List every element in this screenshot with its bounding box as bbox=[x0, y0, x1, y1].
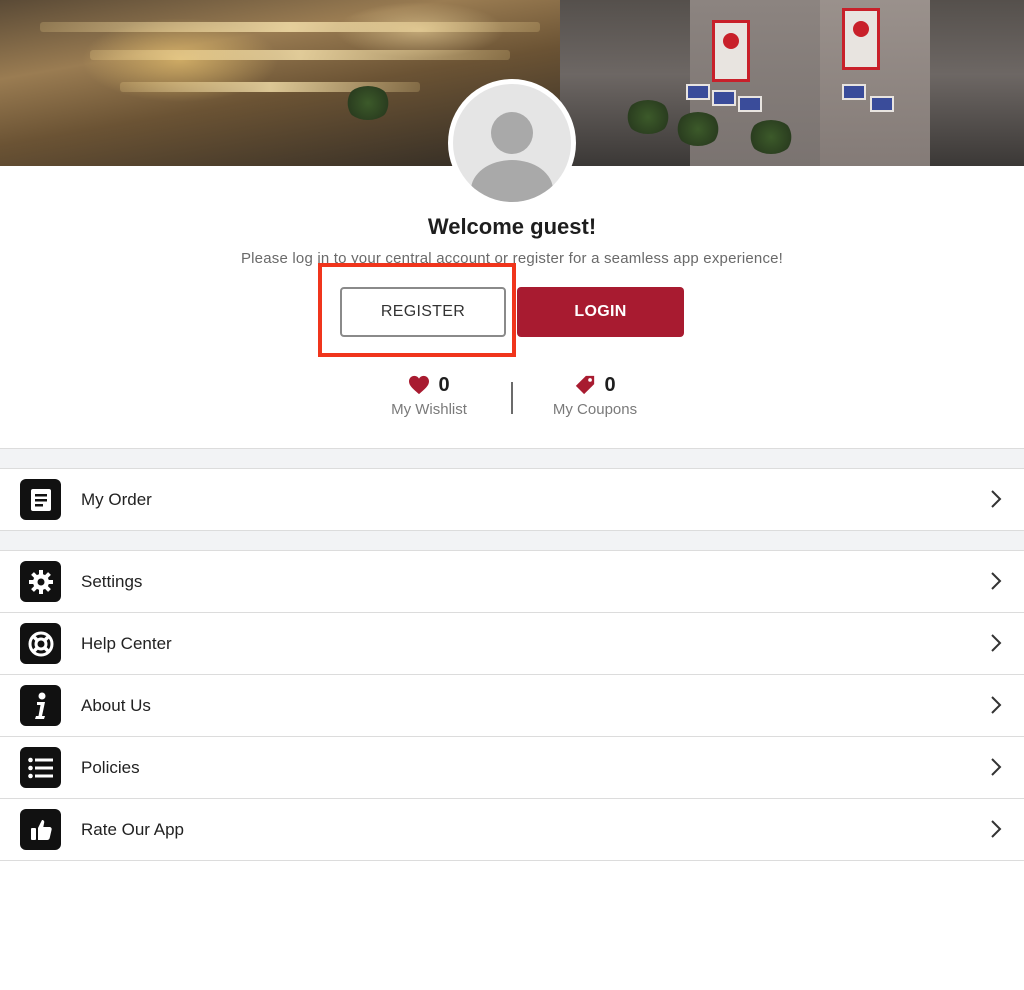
chevron-right-icon bbox=[991, 490, 1002, 508]
palm-tree bbox=[748, 120, 794, 154]
lifebuoy-icon bbox=[20, 623, 61, 664]
menu-item-label: My Order bbox=[81, 489, 152, 509]
central-sign bbox=[842, 8, 880, 70]
central-sign bbox=[712, 20, 750, 82]
chevron-right-icon bbox=[991, 634, 1002, 652]
billboard bbox=[738, 96, 762, 112]
avatar[interactable] bbox=[448, 79, 576, 207]
menu-item-about-us[interactable]: About Us bbox=[0, 675, 1024, 737]
chevron-right-icon bbox=[991, 758, 1002, 776]
section-separator bbox=[0, 448, 1024, 469]
palm-tree bbox=[675, 112, 721, 146]
billboard bbox=[686, 84, 710, 100]
list-icon bbox=[20, 747, 61, 788]
wishlist-count: 0 bbox=[438, 373, 450, 396]
chevron-right-icon bbox=[991, 696, 1002, 714]
menu-item-label: Policies bbox=[81, 757, 140, 777]
wishlist-stat[interactable]: 0 My Wishlist bbox=[376, 372, 482, 419]
billboard bbox=[870, 96, 894, 112]
menu-item-label: Rate Our App bbox=[81, 819, 185, 839]
tag-icon bbox=[576, 375, 595, 395]
section-separator bbox=[0, 530, 1024, 551]
heart-icon bbox=[409, 375, 430, 395]
user-placeholder-icon bbox=[453, 84, 571, 202]
welcome-title: Welcome guest! bbox=[427, 214, 597, 239]
mall-light-band bbox=[90, 50, 510, 60]
menu-item-rate-our-app[interactable]: Rate Our App bbox=[0, 799, 1024, 861]
billboard bbox=[842, 84, 866, 100]
chevron-right-icon bbox=[991, 820, 1002, 838]
document-icon bbox=[20, 479, 61, 520]
palm-tree bbox=[625, 100, 671, 134]
billboard bbox=[712, 90, 736, 106]
login-button[interactable]: LOGIN bbox=[517, 287, 684, 337]
thumbs-up-icon bbox=[20, 809, 61, 850]
palm-tree bbox=[345, 86, 391, 120]
menu-item-label: Help Center bbox=[81, 633, 172, 653]
coupons-count: 0 bbox=[604, 373, 616, 396]
menu-item-policies[interactable]: Policies bbox=[0, 737, 1024, 799]
welcome-subtitle: Please log in to your central account or… bbox=[240, 250, 784, 267]
menu-item-settings[interactable]: Settings bbox=[0, 551, 1024, 613]
stats-divider bbox=[511, 382, 513, 414]
register-button[interactable]: REGISTER bbox=[340, 287, 506, 337]
user-stats: 0 My Wishlist 0 My Coupons bbox=[0, 372, 1024, 422]
info-icon bbox=[20, 685, 61, 726]
wishlist-label: My Wishlist bbox=[391, 401, 467, 418]
menu-item-label: Settings bbox=[81, 571, 143, 591]
menu-item-help-center[interactable]: Help Center bbox=[0, 613, 1024, 675]
menu-item-label: About Us bbox=[81, 695, 151, 715]
coupons-label: My Coupons bbox=[552, 401, 638, 418]
menu-item-my-order[interactable]: My Order bbox=[0, 469, 1024, 531]
mall-light-band bbox=[40, 22, 540, 32]
gear-icon bbox=[20, 561, 61, 602]
chevron-right-icon bbox=[991, 572, 1002, 590]
coupons-stat[interactable]: 0 My Coupons bbox=[540, 372, 650, 419]
